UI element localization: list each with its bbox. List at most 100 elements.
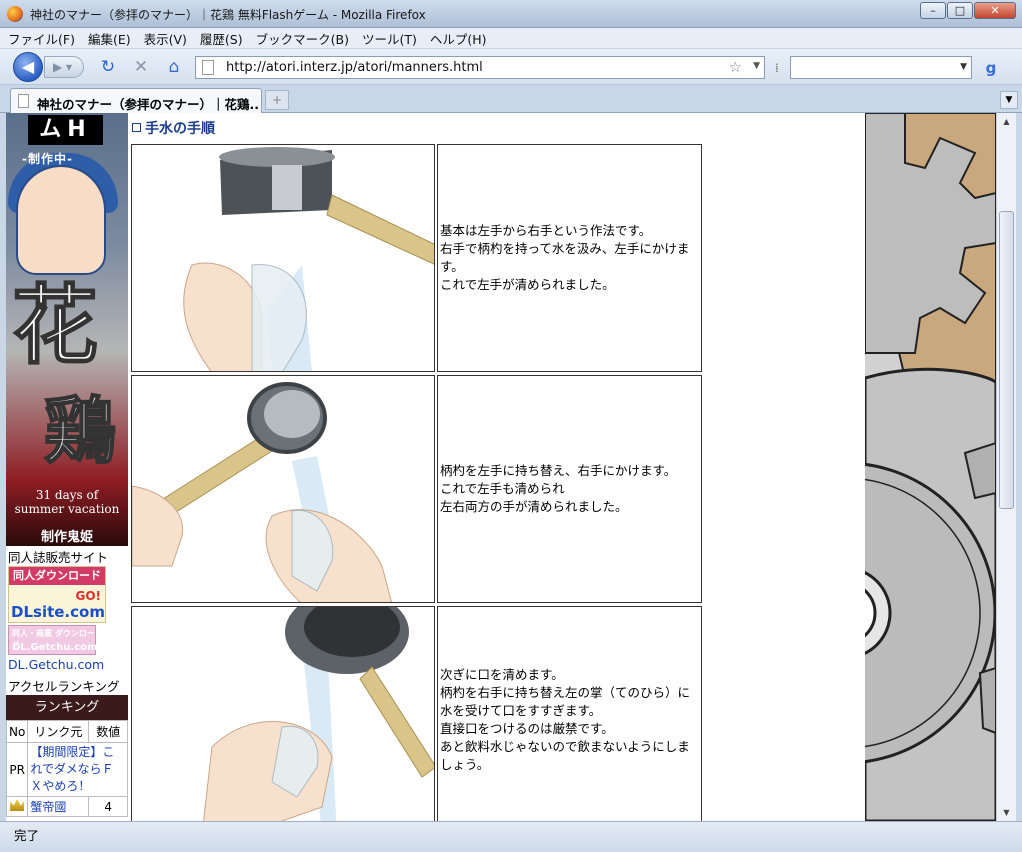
window-controls: – □ ✕ [920, 2, 1016, 19]
forward-button[interactable]: ▶ ▾ [44, 56, 84, 78]
search-input[interactable]: ▼ [790, 56, 972, 79]
maximize-button[interactable]: □ [947, 2, 973, 19]
vertical-scrollbar[interactable]: ▲ ▼ [996, 113, 1016, 821]
navigation-toolbar: ◀ ▶ ▾ ↻ ✕ ⌂ http://atori.interz.jp/atori… [0, 49, 1022, 85]
reload-icon[interactable]: ↻ [98, 57, 118, 77]
step-1-description: 基本は左手から右手という作法です。 右手で柄杓を持って水を汲み、左手にかけます。… [437, 144, 702, 372]
ladle-pouring-left-hand-icon [183, 147, 434, 371]
ranking-row: 蟹帝國 4 [6, 796, 128, 817]
step-3-line-2: 柄杓を右手に持ち替え左の掌（てのひら）に水を受けて口をすすぎます。 [440, 685, 691, 718]
scroll-down-icon[interactable]: ▼ [997, 804, 1016, 821]
new-tab-button[interactable]: + [265, 90, 289, 110]
ranking-header-row: No リンク元 数値 [6, 720, 128, 743]
banner-tagline-1: 31 days of [35, 488, 99, 502]
banner-logo: ムH [28, 115, 103, 145]
step-1-text: 基本は左手から右手という作法です。 右手で柄杓を持って水を汲み、左手にかけます。… [440, 222, 699, 294]
banner-kanji-bottom: 鶏 [43, 388, 117, 473]
bookmark-star-icon[interactable]: ☆ [729, 58, 742, 76]
step-1-line-2: 右手で柄杓を持って水を汲み、左手にかけます。 [440, 241, 690, 274]
getchu-link[interactable]: DL.Getchu.com [8, 657, 104, 672]
ladle-pouring-right-hand-icon [132, 382, 392, 602]
title-bar: 神社のマナー（参拝のマナー）｜花鶏 無料Flashゲーム - Mozilla F… [0, 0, 1022, 28]
ranking-value: 4 [88, 796, 128, 817]
menu-bookmarks[interactable]: ブックマーク(B) [256, 29, 349, 48]
section-title-text: 手水の手順 [145, 121, 215, 137]
page-viewport: ムH -制作中- 花 鶏 31 days of summer vacation … [6, 113, 996, 821]
pr-ad-link[interactable]: 【期間限定】これでダメならＦＸやめろ！ [27, 742, 128, 797]
url-dropdown-icon[interactable]: ▼ [753, 61, 760, 71]
close-button[interactable]: ✕ [974, 2, 1016, 19]
step-2-line-2: これで左手も清められ [440, 481, 565, 496]
ranking-col-value: 数値 [88, 720, 128, 743]
ranking-site-link[interactable]: 蟹帝國 [27, 796, 90, 817]
gear-decoration [865, 113, 996, 821]
menu-help[interactable]: ヘルプ(H) [430, 29, 487, 48]
menu-history[interactable]: 履歴(S) [200, 29, 243, 48]
search-dropdown-icon[interactable]: ▼ [960, 62, 967, 72]
step-3-illustration [131, 606, 435, 821]
step-1-line-1: 基本は左手から右手という作法です。 [440, 223, 652, 238]
step-2-line-1: 柄杓を左手に持ち替え、右手にかけます。 [440, 463, 677, 478]
main-content: 手水の手順 基本は左手から右手という作法です。 右手で柄杓を持って水を汲み、左手… [130, 113, 865, 821]
ranking-pr-row: PR 【期間限定】これでダメならＦＸやめろ！ [6, 742, 128, 797]
menu-edit[interactable]: 編集(E) [88, 29, 131, 48]
pr-label: PR [6, 742, 29, 797]
back-arrow-icon: ◀ [21, 57, 35, 76]
dlsite-banner-brand: DLsite.com [11, 603, 105, 621]
stop-icon[interactable]: ✕ [131, 57, 151, 77]
step-2-illustration [131, 375, 435, 603]
access-ranking-label[interactable]: アクセルランキング [8, 676, 120, 695]
game-banner[interactable]: ムH -制作中- 花 鶏 31 days of summer vacation … [6, 113, 128, 546]
banner-tagline: 31 days of summer vacation [6, 488, 128, 516]
ranking-table: No リンク元 数値 PR 【期間限定】これでダメならＦＸやめろ！ 蟹帝國 4 [6, 720, 128, 817]
sidebar: ムH -制作中- 花 鶏 31 days of summer vacation … [6, 113, 128, 821]
step-2-text: 柄杓を左手に持ち替え、右手にかけます。 これで左手も清められ 左右両方の手が清め… [440, 462, 676, 516]
window-title: 神社のマナー（参拝のマナー）｜花鶏 無料Flashゲーム - Mozilla F… [30, 8, 426, 22]
step-3-line-4: あと飲料水じゃないので飲まないようにしましょう。 [440, 739, 690, 772]
step-1-line-3: これで左手が清められました。 [440, 277, 615, 292]
step-3-line-1: 次ぎに口を清めます。 [440, 667, 564, 682]
step-2-description: 柄杓を左手に持ち替え、右手にかけます。 これで左手も清められ 左右両方の手が清め… [437, 375, 702, 603]
ranking-title: ランキング [6, 695, 128, 720]
character-illustration [16, 165, 106, 275]
tab-list-dropdown-icon[interactable]: ▼ [1000, 91, 1018, 109]
forward-arrow-icon: ▶ ▾ [53, 60, 73, 74]
tab-manners[interactable]: 神社のマナー（参拝のマナー）｜花鶏... [10, 88, 262, 113]
tab-bar: 神社のマナー（参拝のマナー）｜花鶏... + ▼ [0, 85, 1022, 113]
status-bar: 完了 [0, 821, 1022, 852]
scrollbar-thumb[interactable] [999, 211, 1014, 509]
step-2-line-3: 左右両方の手が清められました。 [440, 499, 628, 514]
scroll-up-icon[interactable]: ▲ [997, 113, 1016, 130]
step-3-text: 次ぎに口を清めます。 柄杓を右手に持ち替え左の掌（てのひら）に水を受けて口をすす… [440, 666, 699, 774]
ranking-col-no: No [6, 720, 29, 743]
home-icon[interactable]: ⌂ [164, 57, 184, 77]
dlsite-banner[interactable]: 同人ダウンロード GO! DLsite.com [8, 566, 106, 623]
gear-background-icon [865, 113, 996, 821]
dlsite-banner-go: GO! [75, 589, 101, 603]
dlsite-banner-top: 同人ダウンロード [9, 567, 105, 585]
banner-maker: 制作鬼姫 [40, 530, 93, 545]
step-3-line-3: 直接口をつけるのは厳禁です。 [440, 721, 614, 736]
google-search-engine-icon[interactable]: g [982, 59, 1000, 77]
menu-tools[interactable]: ツール(T) [362, 29, 417, 48]
rank-crown [6, 796, 29, 817]
getchu-banner-big: DL.Getchu.com [12, 642, 98, 653]
back-button[interactable]: ◀ [13, 52, 43, 82]
resize-handle-icon[interactable]: ⁞ [775, 61, 779, 75]
doujin-label: 同人誌販売サイト [8, 550, 109, 565]
ladle-pouring-palm-icon [203, 607, 434, 821]
crown-icon [10, 799, 25, 811]
tab-label: 神社のマナー（参拝のマナー）｜花鶏... [37, 97, 259, 112]
banner-subtitle: -制作中- [22, 152, 73, 166]
url-text: http://atori.interz.jp/atori/manners.htm… [226, 60, 483, 75]
url-bar[interactable]: http://atori.interz.jp/atori/manners.htm… [195, 56, 765, 79]
page-icon [18, 94, 29, 108]
getchu-banner[interactable]: 同人・商業 ダウンロード DL.Getchu.com [8, 625, 98, 655]
menu-file[interactable]: ファイル(F) [8, 29, 75, 48]
page-icon [202, 60, 214, 75]
menu-view[interactable]: 表示(V) [144, 29, 187, 48]
step-1-illustration [131, 144, 435, 372]
section-title: 手水の手順 [132, 118, 215, 138]
ranking-col-source: リンク元 [27, 720, 90, 743]
minimize-button[interactable]: – [920, 2, 946, 19]
